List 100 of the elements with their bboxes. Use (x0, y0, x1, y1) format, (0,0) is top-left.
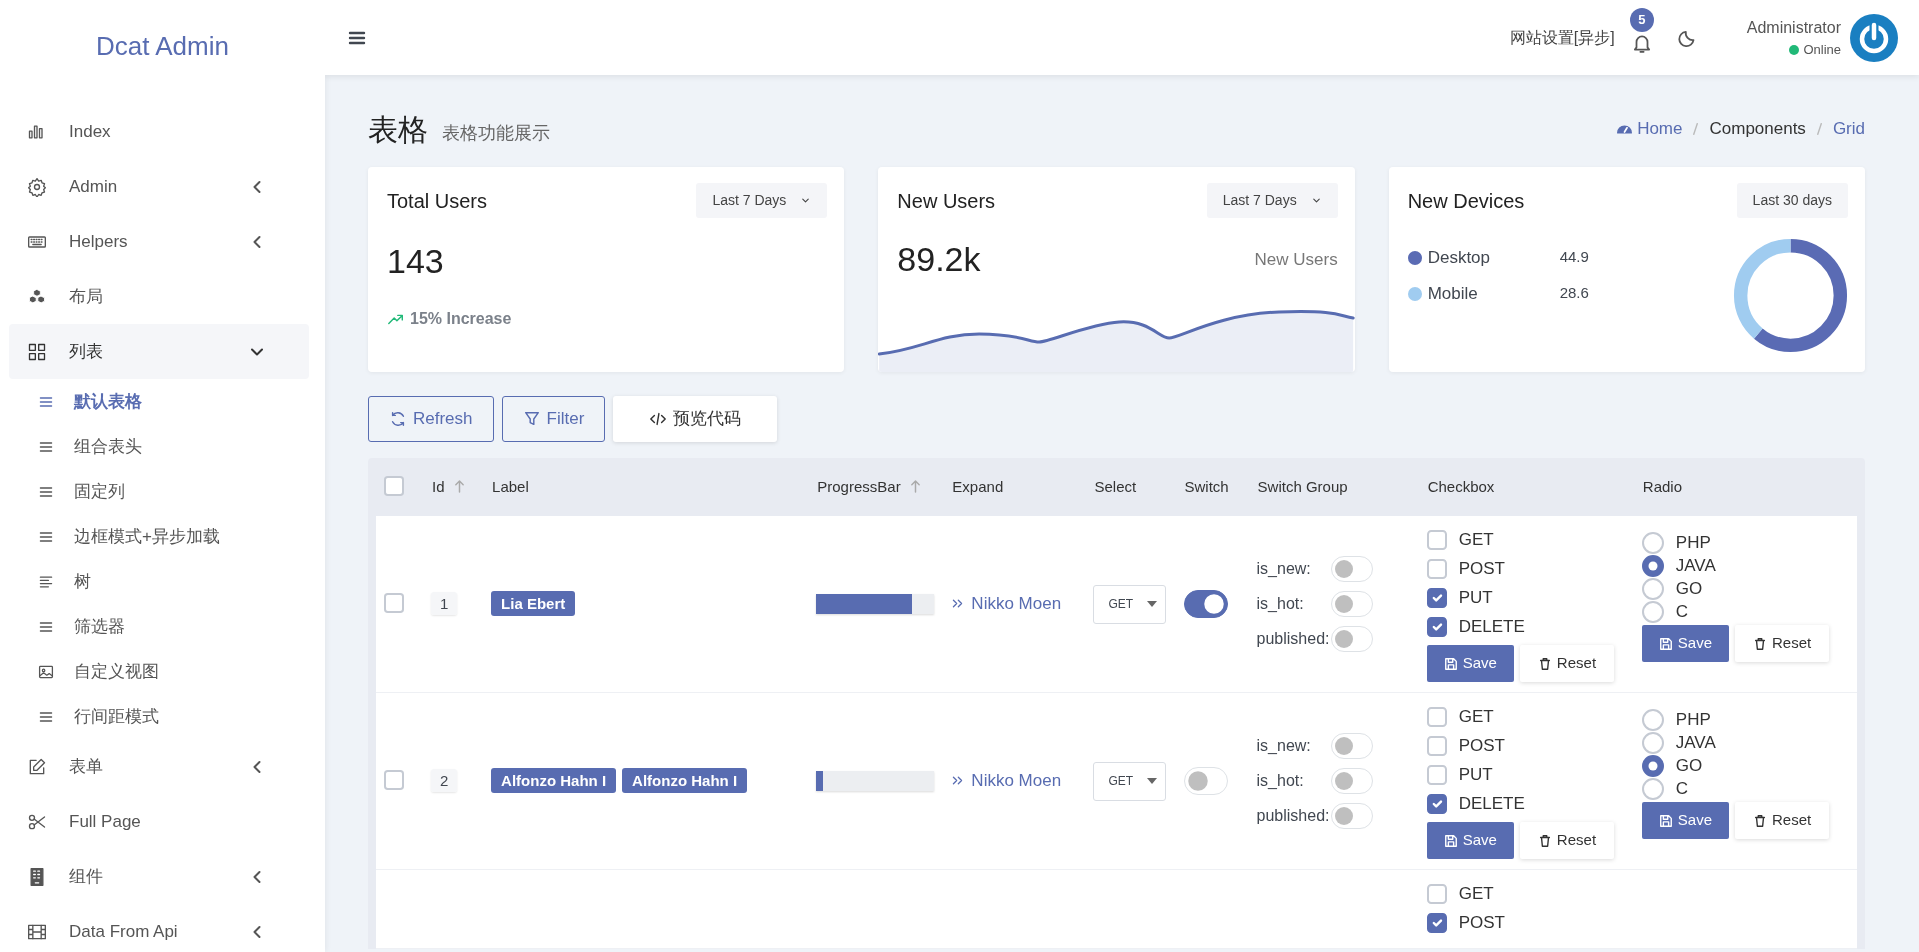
breadcrumb-link[interactable]: Components (1709, 116, 1806, 142)
chart-caption: New Users (1254, 248, 1338, 271)
settings-link[interactable]: 网站设置[异步] (1509, 25, 1615, 50)
reset-button[interactable]: Reset (1735, 802, 1830, 839)
column-header[interactable]: Id (431, 458, 492, 516)
floppy-icon (1443, 656, 1458, 671)
name-tag: Alfonzo Hahn I (491, 767, 617, 793)
sidebar-item[interactable]: Index (9, 104, 309, 159)
legend-value: 28.6 (1559, 283, 1589, 304)
sidebar-subitem[interactable]: 树 (0, 559, 325, 604)
trend-text: 15% Increase (410, 309, 512, 329)
switch-label: published: (1256, 806, 1330, 826)
radio-label: PHP (1675, 709, 1711, 732)
checkbox[interactable] (1426, 884, 1447, 904)
select-all-checkbox[interactable] (384, 475, 404, 496)
reset-button[interactable]: Reset (1519, 645, 1615, 682)
row-checkbox[interactable] (384, 592, 404, 613)
checkbox[interactable] (1426, 794, 1447, 814)
legend-label: Mobile (1427, 282, 1479, 305)
sidebar-subitem[interactable]: 边框模式+异步加载 (0, 514, 325, 559)
toggle-switch[interactable] (1183, 590, 1228, 618)
save-button[interactable]: Save (1641, 802, 1729, 839)
breadcrumb-link[interactable]: Home (1637, 116, 1683, 142)
breadcrumb-link[interactable]: Grid (1832, 116, 1865, 142)
checkbox[interactable] (1426, 530, 1447, 550)
sort-arrow-icon[interactable] (909, 478, 921, 494)
radio-button[interactable] (1641, 778, 1664, 800)
radio-button[interactable] (1641, 532, 1664, 554)
trash-icon (1753, 813, 1767, 828)
select-field[interactable]: GET (1093, 761, 1167, 801)
radio-label: C (1675, 601, 1689, 624)
floppy-icon (1443, 833, 1458, 848)
row-checkbox[interactable] (384, 769, 404, 790)
radio-label: GO (1675, 755, 1703, 778)
stat-value: 143 (387, 241, 445, 282)
sidebar-subitem[interactable]: 筛选器 (0, 604, 325, 649)
trash-icon (1537, 833, 1552, 848)
reset-button[interactable]: Reset (1519, 822, 1615, 859)
sidebar-item[interactable]: Full Page (9, 794, 309, 849)
grid-icon (27, 341, 47, 362)
column-header: Switch (1183, 458, 1257, 516)
sort-arrow-icon[interactable] (453, 478, 465, 494)
radio-label: C (1675, 778, 1689, 801)
checkbox[interactable] (1426, 707, 1447, 727)
range-dropdown[interactable]: Last 7 Days (1206, 183, 1338, 218)
sidebar-item[interactable]: 组件 (9, 849, 309, 904)
caret-icon (800, 195, 812, 206)
sidebar-subitem[interactable]: 固定列 (0, 469, 325, 514)
checkbox[interactable] (1426, 765, 1447, 785)
sidebar-item[interactable]: 表单 (9, 739, 309, 794)
checkbox[interactable] (1426, 736, 1447, 756)
radio-button[interactable] (1641, 555, 1664, 577)
sidebar-subitem[interactable]: 组合表头 (0, 424, 325, 469)
checkbox-label: POST (1458, 558, 1505, 581)
radio-button[interactable] (1641, 601, 1664, 623)
floppy-icon (1658, 636, 1673, 651)
checkbox[interactable] (1426, 588, 1447, 608)
image-icon (38, 663, 54, 680)
radio-label: JAVA (1675, 732, 1716, 755)
filter-button[interactable]: Filter (501, 396, 606, 442)
sidebar-item[interactable]: Admin (9, 159, 309, 214)
radio-label: GO (1675, 578, 1703, 601)
range-dropdown[interactable]: Last 30 days (1736, 183, 1848, 218)
sidebar-item[interactable]: Data From Api (9, 904, 309, 952)
sidebar-subitem[interactable]: 自定义视图 (0, 649, 325, 694)
radio-button[interactable] (1641, 709, 1664, 731)
brand-logo[interactable]: Dcat Admin (0, 0, 325, 92)
radio-button[interactable] (1641, 578, 1664, 600)
radio-button[interactable] (1641, 732, 1664, 754)
sidebar-item[interactable]: Helpers (9, 214, 309, 269)
slash-icon (1815, 122, 1823, 136)
save-button[interactable]: Save (1426, 822, 1514, 859)
column-header[interactable]: ProgressBar (816, 458, 952, 516)
refresh-icon (389, 410, 407, 428)
edit-icon (27, 756, 47, 777)
reset-button[interactable]: Reset (1735, 625, 1830, 662)
range-dropdown[interactable]: Last 7 Days (696, 183, 828, 218)
code-icon (649, 410, 668, 428)
save-button[interactable]: Save (1641, 625, 1729, 662)
sidebar-subitem[interactable]: 行间距模式 (0, 694, 325, 739)
save-button[interactable]: Save (1426, 645, 1514, 682)
checkbox[interactable] (1426, 617, 1447, 637)
checkbox[interactable] (1426, 559, 1447, 579)
trash-icon (1537, 656, 1552, 671)
checkbox[interactable] (1426, 913, 1447, 933)
select-field[interactable]: GET (1093, 584, 1167, 624)
page-title: 表格 (368, 111, 428, 148)
refresh-button[interactable]: Refresh (368, 396, 494, 442)
avatar-icon[interactable] (1849, 12, 1899, 63)
radio-label: PHP (1675, 532, 1711, 555)
expand-link[interactable]: Nikko Moen (951, 591, 1062, 617)
checkbox-label: GET (1458, 706, 1494, 729)
sidebar-item[interactable]: 列表 (9, 324, 309, 379)
sidebar-subitem[interactable]: 默认表格 (0, 379, 325, 424)
user-name: Administrator (1746, 17, 1841, 38)
sidebar-item[interactable]: 布局 (9, 269, 309, 324)
code-button[interactable]: 预览代码 (613, 396, 778, 442)
radio-button[interactable] (1641, 755, 1664, 777)
column-header: Radio (1641, 458, 1857, 516)
expand-link[interactable]: Nikko Moen (951, 768, 1062, 794)
